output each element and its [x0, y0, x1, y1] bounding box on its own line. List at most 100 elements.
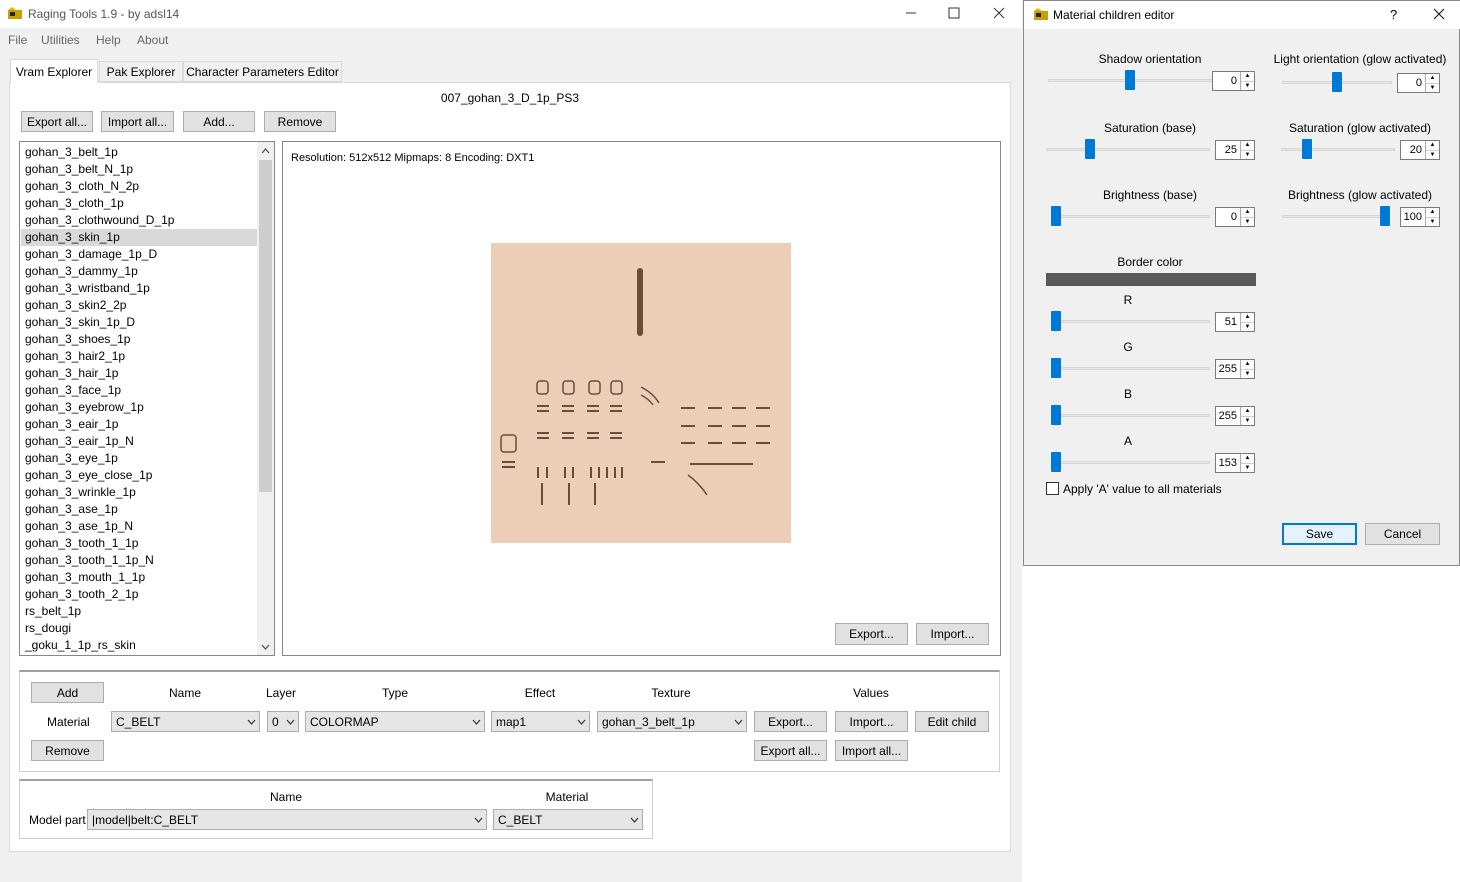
effect-combo[interactable]: map1: [491, 711, 590, 732]
cancel-button[interactable]: Cancel: [1365, 523, 1440, 545]
list-item[interactable]: gohan_3_tooth_1_1p: [21, 535, 257, 552]
values-export-all-button[interactable]: Export all...: [754, 740, 827, 761]
menu-about[interactable]: About: [137, 33, 168, 47]
brightness-base-spinbox[interactable]: 0 ▲ ▼: [1215, 207, 1255, 227]
list-item[interactable]: gohan_3_ase_1p_N: [21, 518, 257, 535]
slider-thumb[interactable]: [1051, 452, 1061, 472]
brightness-glow-spinbox[interactable]: 100 ▲ ▼: [1400, 207, 1440, 227]
b-slider[interactable]: [1051, 403, 1210, 427]
saturation-base-spinbox[interactable]: 25 ▲ ▼: [1215, 140, 1255, 160]
minimize-icon[interactable]: [905, 6, 917, 20]
a-slider[interactable]: [1051, 450, 1210, 474]
spin-arrows[interactable]: ▲ ▼: [1240, 454, 1254, 472]
tab-vram-explorer[interactable]: Vram Explorer: [10, 59, 98, 83]
list-item[interactable]: gohan_3_mouth_1_1p: [21, 569, 257, 586]
spin-down-icon[interactable]: ▼: [1426, 149, 1439, 160]
spin-up-icon[interactable]: ▲: [1241, 360, 1254, 369]
spin-arrows[interactable]: ▲ ▼: [1240, 360, 1254, 378]
save-button[interactable]: Save: [1282, 523, 1357, 545]
type-combo[interactable]: COLORMAP: [305, 711, 485, 732]
r-spinbox[interactable]: 51 ▲ ▼: [1215, 312, 1255, 332]
a-spinbox[interactable]: 153 ▲ ▼: [1215, 453, 1255, 473]
list-item[interactable]: gohan_3_clothwound_D_1p: [21, 212, 257, 229]
values-export-button[interactable]: Export...: [754, 711, 827, 732]
slider-thumb[interactable]: [1051, 206, 1061, 226]
list-item[interactable]: gohan_3_eyebrow_1p: [21, 399, 257, 416]
spin-down-icon[interactable]: ▼: [1426, 82, 1439, 93]
shadow-orientation-slider[interactable]: [1048, 68, 1212, 92]
spin-arrows[interactable]: ▲ ▼: [1240, 141, 1254, 159]
list-item[interactable]: gohan_3_eye_close_1p: [21, 467, 257, 484]
slider-thumb[interactable]: [1301, 139, 1312, 159]
list-item[interactable]: gohan_3_cloth_1p: [21, 195, 257, 212]
spin-up-icon[interactable]: ▲: [1426, 74, 1439, 83]
spin-up-icon[interactable]: ▲: [1241, 313, 1254, 322]
dialog-close-icon[interactable]: [1433, 8, 1445, 20]
list-item[interactable]: gohan_3_wrinkle_1p: [21, 484, 257, 501]
tab-pak-explorer[interactable]: Pak Explorer: [99, 61, 183, 82]
texture-list[interactable]: gohan_3_belt_1p gohan_3_belt_N_1p gohan_3_…: [19, 141, 275, 656]
menu-file[interactable]: File: [8, 33, 27, 47]
saturation-base-slider[interactable]: [1046, 137, 1210, 161]
light-orientation-slider[interactable]: [1282, 70, 1392, 94]
preview-export-button[interactable]: Export...: [835, 623, 908, 645]
values-import-all-button[interactable]: Import all...: [835, 740, 908, 761]
g-slider[interactable]: [1051, 356, 1210, 380]
r-slider[interactable]: [1051, 309, 1210, 333]
list-item[interactable]: gohan_3_skin_1p: [21, 229, 257, 246]
texture-combo[interactable]: gohan_3_belt_1p: [597, 711, 747, 732]
shadow-orientation-spinbox[interactable]: 0 ▲ ▼: [1212, 71, 1255, 91]
spin-arrows[interactable]: ▲ ▼: [1425, 74, 1439, 92]
menu-help[interactable]: Help: [96, 33, 121, 47]
list-item[interactable]: gohan_3_damage_1p_D: [21, 246, 257, 263]
list-item[interactable]: gohan_3_tooth_2_1p: [21, 586, 257, 603]
slider-thumb[interactable]: [1051, 358, 1061, 378]
saturation-glow-slider[interactable]: [1281, 137, 1395, 161]
slider-thumb[interactable]: [1125, 70, 1135, 90]
list-scrollbar[interactable]: [257, 142, 274, 655]
spin-down-icon[interactable]: ▼: [1241, 216, 1254, 227]
spin-up-icon[interactable]: ▲: [1241, 72, 1254, 81]
scroll-thumb[interactable]: [259, 160, 272, 492]
spin-arrows[interactable]: ▲ ▼: [1240, 407, 1254, 425]
spin-up-icon[interactable]: ▲: [1241, 141, 1254, 150]
spin-arrows[interactable]: ▲ ▼: [1425, 141, 1439, 159]
spin-arrows[interactable]: ▲ ▼: [1240, 72, 1254, 90]
scroll-down-icon[interactable]: [257, 638, 274, 655]
spin-arrows[interactable]: ▲ ▼: [1240, 208, 1254, 226]
values-import-button[interactable]: Import...: [835, 711, 908, 732]
slider-thumb[interactable]: [1084, 139, 1095, 159]
preview-import-button[interactable]: Import...: [916, 623, 989, 645]
remove-button[interactable]: Remove: [264, 111, 336, 132]
material-name-combo[interactable]: C_BELT: [111, 711, 260, 732]
b-spinbox[interactable]: 255 ▲ ▼: [1215, 406, 1255, 426]
menu-utilities[interactable]: Utilities: [41, 33, 80, 47]
spin-arrows[interactable]: ▲ ▼: [1425, 208, 1439, 226]
brightness-base-slider[interactable]: [1051, 204, 1210, 228]
export-all-button[interactable]: Export all...: [21, 111, 93, 132]
list-item[interactable]: gohan_3_hair_1p: [21, 365, 257, 382]
border-color-swatch[interactable]: [1046, 273, 1256, 286]
list-item[interactable]: gohan_3_wristband_1p: [21, 280, 257, 297]
model-part-material-combo[interactable]: C_BELT: [493, 809, 643, 830]
maximize-icon[interactable]: [948, 7, 960, 19]
slider-thumb[interactable]: [1332, 72, 1342, 92]
list-item[interactable]: gohan_3_eye_1p: [21, 450, 257, 467]
spin-down-icon[interactable]: ▼: [1241, 368, 1254, 379]
spin-up-icon[interactable]: ▲: [1241, 407, 1254, 416]
spin-up-icon[interactable]: ▲: [1241, 208, 1254, 217]
list-item[interactable]: gohan_3_shoes_1p: [21, 331, 257, 348]
slider-thumb[interactable]: [1051, 311, 1061, 331]
spin-down-icon[interactable]: ▼: [1241, 415, 1254, 426]
list-item[interactable]: gohan_3_eair_1p: [21, 416, 257, 433]
list-item[interactable]: gohan_3_eair_1p_N: [21, 433, 257, 450]
apply-a-checkbox[interactable]: [1046, 482, 1059, 495]
list-item[interactable]: gohan_3_skin2_2p: [21, 297, 257, 314]
slider-thumb[interactable]: [1380, 206, 1390, 226]
tab-character-parameters-editor[interactable]: Character Parameters Editor: [183, 61, 342, 82]
material-add-button[interactable]: Add: [31, 682, 104, 703]
spin-down-icon[interactable]: ▼: [1426, 216, 1439, 227]
material-remove-button[interactable]: Remove: [31, 740, 104, 761]
light-orientation-spinbox[interactable]: 0 ▲ ▼: [1397, 73, 1440, 93]
model-part-name-combo[interactable]: |model|belt:C_BELT: [87, 809, 487, 830]
